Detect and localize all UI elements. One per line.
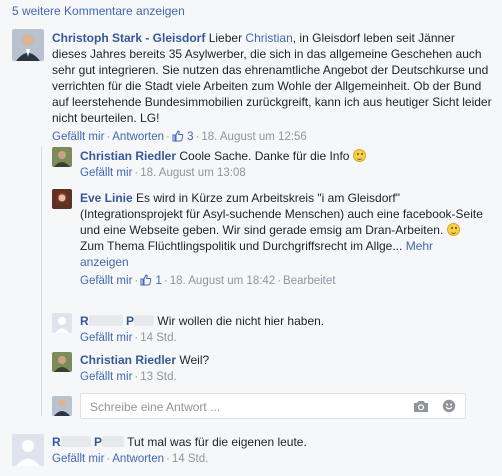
- comment-text: Zum Thema Flüchtlingspolitik und Durchgr…: [80, 239, 403, 253]
- profile-photo: [52, 147, 72, 167]
- profile-photo: [52, 352, 72, 372]
- default-profile-photo: [12, 434, 44, 466]
- more-comments-link[interactable]: 5 weitere Kommentare anzeigen: [12, 4, 185, 18]
- like-count[interactable]: 3: [172, 130, 193, 143]
- profile-photo: [12, 29, 44, 61]
- comment-text: , in Gleisdorf leben seit Jänner dieses …: [52, 31, 492, 125]
- camera-icon[interactable]: [413, 399, 429, 416]
- redacted-name: [134, 315, 155, 326]
- like-button[interactable]: Gefällt mir: [80, 275, 132, 287]
- comment-text: Es wird in Kürze zum Arbeitskreis "i am …: [80, 191, 483, 237]
- comment: Christian Riedler Coole Sache. Danke für…: [80, 148, 490, 181]
- comment: Eve Linie Es wird in Kürze zum Arbeitskr…: [80, 191, 483, 287]
- reply-button[interactable]: Antworten: [112, 131, 164, 143]
- comment-text: Coole Sache. Danke für die Info: [179, 149, 350, 163]
- reply-input[interactable]: [88, 399, 388, 415]
- like-button[interactable]: Gefällt mir: [80, 167, 132, 179]
- avatar[interactable]: [52, 189, 72, 209]
- timestamp[interactable]: 14 Std.: [140, 332, 176, 344]
- comment-text: Tut mal was für die eigenen leute.: [127, 435, 307, 449]
- comment: Christian Riedler Weil? Gefällt mir · 13 S…: [80, 353, 210, 383]
- comment: Christoph Stark - Gleisdorf Lieber Chris…: [52, 30, 492, 145]
- emoji-smile-icon: [352, 149, 366, 162]
- avatar[interactable]: [52, 147, 72, 167]
- thumbs-up-icon: [140, 274, 152, 286]
- like-button[interactable]: Gefällt mir: [52, 453, 104, 465]
- comment-text: Lieber: [208, 31, 246, 45]
- like-count[interactable]: 1: [140, 274, 162, 287]
- comment-author[interactable]: Christian Riedler: [80, 353, 176, 367]
- comment-body: Christoph Stark - Gleisdorf Lieber Chris…: [52, 30, 492, 126]
- reply-box[interactable]: [80, 393, 466, 419]
- comment: R P Tut mal was für die eigenen leute. G…: [52, 435, 307, 465]
- avatar[interactable]: [12, 29, 44, 61]
- redacted-name: [60, 436, 91, 447]
- timestamp[interactable]: 18. August um 18:42: [170, 275, 276, 287]
- comment-text: Weil?: [179, 353, 210, 367]
- edited-label[interactable]: Bearbeitet: [283, 275, 335, 287]
- timestamp[interactable]: 14 Std.: [172, 453, 208, 465]
- profile-photo: [52, 189, 72, 209]
- avatar[interactable]: [52, 352, 72, 372]
- like-button[interactable]: Gefällt mir: [80, 371, 132, 383]
- avatar[interactable]: [12, 434, 44, 466]
- default-profile-photo: [52, 313, 72, 333]
- thread-line: [41, 146, 42, 416]
- redacted-name: [88, 315, 123, 326]
- current-user-avatar: [52, 396, 72, 416]
- like-button[interactable]: Gefällt mir: [80, 332, 132, 344]
- comment-actions: Gefällt mir · Antworten · 3 · 18. August um 1…: [52, 130, 307, 143]
- redacted-name: [102, 436, 125, 447]
- comment-text: Wir wollen die nicht hier haben.: [157, 314, 325, 328]
- mention-link[interactable]: Christian: [245, 31, 292, 45]
- timestamp[interactable]: 18. August um 12:56: [201, 131, 307, 143]
- comment-author[interactable]: Christoph Stark - Gleisdorf: [52, 31, 205, 45]
- profile-photo: [52, 396, 72, 416]
- comment-author[interactable]: Christian Riedler: [80, 149, 176, 163]
- emoji-smile-icon: [446, 223, 460, 236]
- timestamp[interactable]: 18. August um 13:08: [140, 167, 246, 179]
- comment-author[interactable]: R P: [80, 314, 155, 328]
- timestamp[interactable]: 13 Std.: [140, 371, 176, 383]
- comment-author[interactable]: R P: [52, 435, 125, 449]
- comment-author[interactable]: Eve Linie: [80, 191, 133, 205]
- avatar[interactable]: [52, 313, 72, 333]
- comment: R P Wir wollen die nicht hier haben. Gef…: [80, 314, 325, 344]
- like-button[interactable]: Gefällt mir: [52, 131, 104, 143]
- thumbs-up-icon: [172, 130, 184, 142]
- emoji-icon[interactable]: [442, 399, 456, 416]
- reply-button[interactable]: Antworten: [112, 453, 164, 465]
